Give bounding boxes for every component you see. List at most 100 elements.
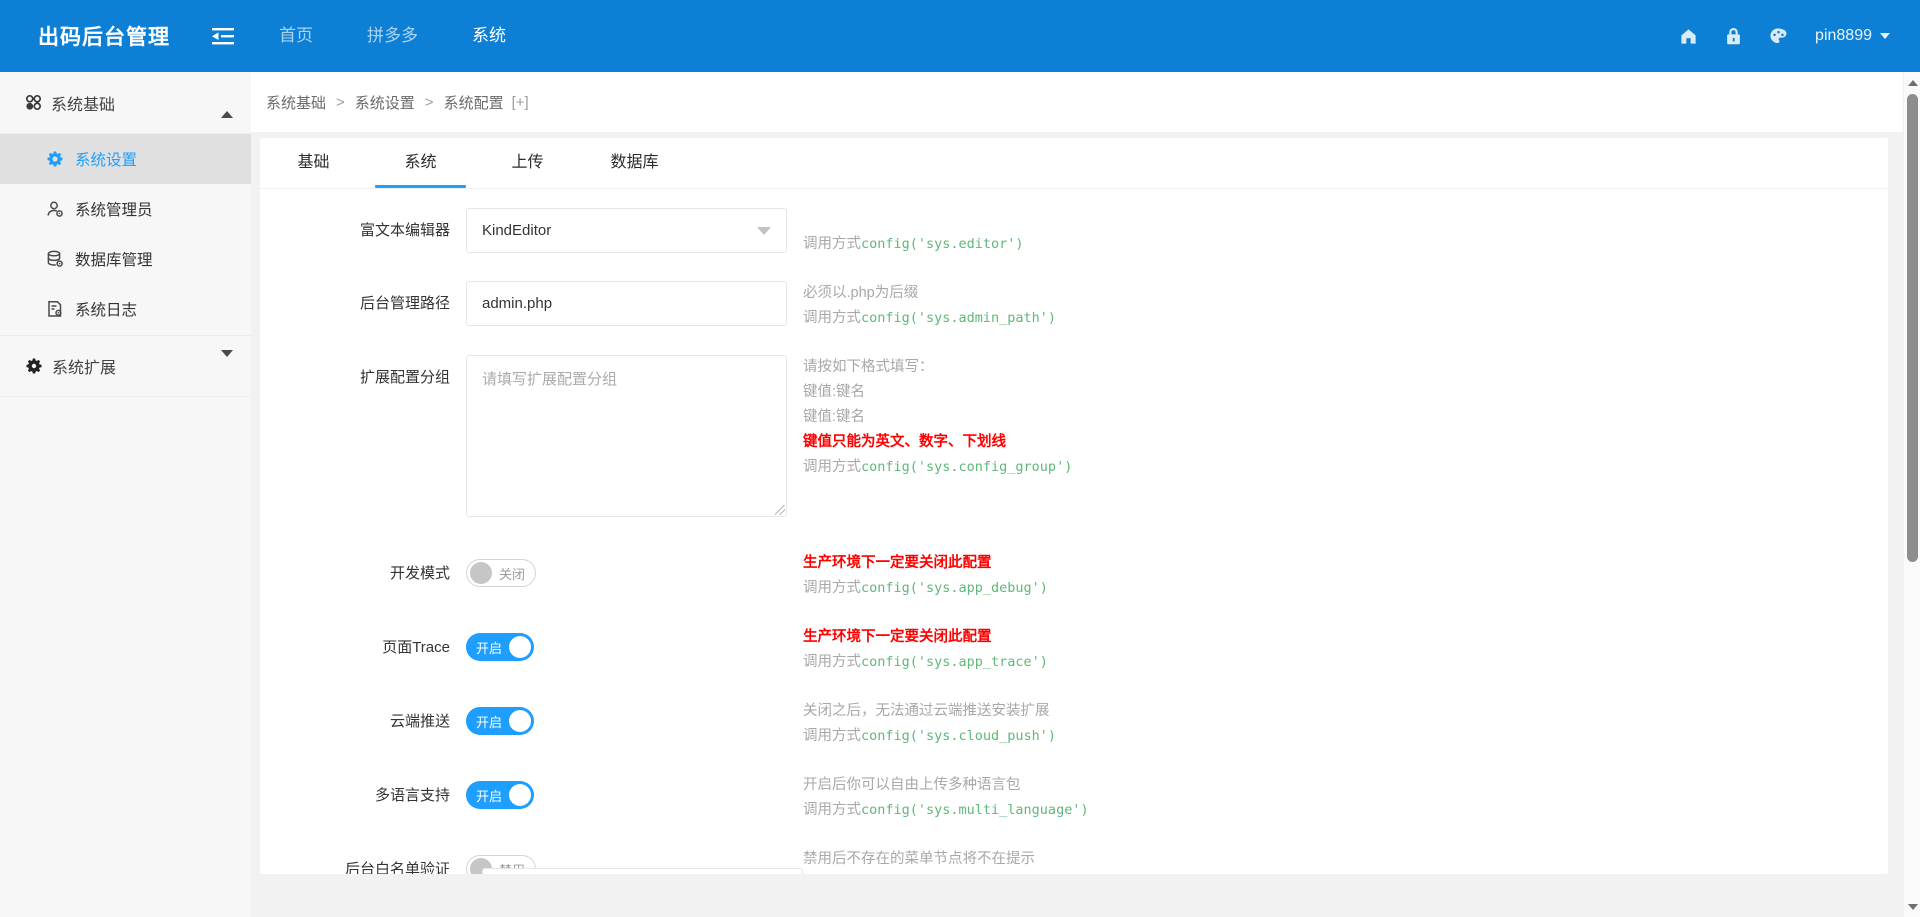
home-icon[interactable] [1679,27,1698,46]
editor-select[interactable]: KindEditor [466,208,787,253]
sidebar-item-label: 系统日志 [75,302,138,319]
form-row: 扩展配置分组请按如下格式填写：键值:键名键值:键名键值只能为英文、数字、下划线调… [260,355,1888,517]
sidebar-group-label: 系统基础 [51,96,116,114]
sidebar-group-1[interactable]: 系统扩展 [0,335,251,397]
breadcrumb-part-0[interactable]: 系统基础 [266,92,326,113]
hint-warning: 生产环境下一定要关闭此配置 [803,555,992,571]
breadcrumb-part-1[interactable]: 系统设置 [355,92,415,113]
sidebar-item-0-3[interactable]: 系统日志 [0,284,251,334]
tab-0[interactable]: 基础 [260,138,367,188]
hint-text: 键值:键名 [803,384,866,400]
toggle-switch[interactable]: 开启 [466,633,535,661]
scrollbar-thumb[interactable] [1907,94,1918,562]
tab-1[interactable]: 系统 [367,138,474,188]
theme-icon[interactable] [1769,27,1788,46]
hint-code: config('sys.app_trace') [861,654,1048,670]
nav-item-0[interactable]: 首页 [252,0,340,72]
database-icon [46,250,64,268]
select-value: KindEditor [482,222,552,239]
field-hints: 生产环境下一定要关闭此配置 调用方式config('sys.app_trace') [803,625,1048,675]
hint-code: config('sys.config_group') [861,459,1073,475]
tab-3[interactable]: 数据库 [581,138,688,188]
toggle-label: 开启 [476,788,503,804]
field-hints: 请按如下格式填写： 键值:键名 键值:键名 键值只能为英文、数字、下划线 调用方式con… [803,355,1072,480]
log-file-icon [46,300,64,318]
hint-code: config('sys.editor') [861,236,1024,252]
user-menu[interactable]: pin8899 [1815,27,1890,45]
toggle-knob [470,562,492,584]
toggle-knob [509,636,532,658]
hint-prefix: 调用方式 [803,654,861,670]
scroll-down-arrow-icon[interactable] [1904,898,1920,915]
hint-text: 关闭之后，无法通过云端推送安装扩展 [803,703,1050,719]
nav-item-1[interactable]: 拼多多 [340,0,445,72]
hint-code: config('sys.app_debug') [861,580,1048,596]
form-row: 富文本编辑器 KindEditor 调用方式config('sys.editor') [260,208,1888,257]
hint-code: config('sys.cloud_push') [861,728,1057,744]
hint-code-line: 调用方式config('sys.multi_language') [803,798,1089,823]
field-label: 多语言支持 [374,787,450,804]
hint-code: config('sys.admin_path') [861,310,1057,326]
field-hints: 调用方式config('sys.editor') [803,208,1024,257]
hint-text: 键值:键名 [803,409,866,425]
hint-code-line: 调用方式config('sys.admin_path') [803,306,1056,331]
hint-code-line: 调用方式config('sys.config_group') [803,455,1072,480]
sidebar-item-0-0[interactable]: 系统设置 [0,134,251,184]
hint-prefix: 调用方式 [803,580,861,596]
hint-code-line: 调用方式config('sys.admin_whitelist_verify') [803,872,1154,874]
toggle-knob [509,784,532,806]
form-row: 多语言支持 开启 开启后你可以自由上传多种语言包调用方式config('sys.mu… [260,773,1888,823]
admin-user-icon [46,200,64,218]
config-group-textarea[interactable] [466,355,787,517]
field-label: 后台白名单验证 [344,861,450,874]
toggle-label: 开启 [476,640,503,656]
top-navbar: 出码后台管理 首页 拼多多 系统 pin8899 [0,0,1920,72]
hint-text: 禁用后不存在的菜单节点将不在提示 [803,851,1035,867]
toggle-switch[interactable]: 关闭 [466,559,537,587]
toggle-knob [509,710,532,732]
field-hints: 禁用后不存在的菜单节点将不在提示调用方式config('sys.admin_wh… [803,847,1154,874]
settings-form: 富文本编辑器 KindEditor 调用方式config('sys.editor')… [260,189,1888,874]
hint-code-line: 调用方式config('sys.cloud_push') [803,724,1056,749]
sidebar-group-0[interactable]: 系统基础 [0,72,251,134]
tab-2[interactable]: 上传 [474,138,581,188]
field-hints: 必须以.php为后缀调用方式config('sys.admin_path') [803,281,1056,331]
next-control-partial [482,868,803,874]
breadcrumb-suffix: [+] [511,93,529,111]
resize-handle-icon[interactable] [775,505,785,515]
breadcrumb-separator: > [336,93,345,111]
brand-title[interactable]: 出码后台管理 [0,21,170,51]
field-hints: 开启后你可以自由上传多种语言包调用方式config('sys.multi_lan… [803,773,1089,823]
scroll-up-arrow-icon[interactable] [1904,74,1920,91]
toggle-switch[interactable]: 开启 [466,781,535,809]
hint-text: 必须以.php为后缀 [803,285,919,301]
hint-prefix: 调用方式 [803,802,861,818]
field-control: 开启 [466,625,787,661]
field-control: 开启 [466,699,787,735]
breadcrumb-part-2[interactable]: 系统配置 [444,92,504,113]
field-hints: 关闭之后，无法通过云端推送安装扩展调用方式config('sys.cloud_p… [803,699,1056,749]
field-label: 云端推送 [389,713,450,730]
field-label: 后台管理路径 [359,295,450,312]
lock-icon[interactable] [1725,27,1742,46]
toggle-switch[interactable]: 开启 [466,707,535,735]
sidebar: 系统基础系统设置系统管理员数据库管理系统日志系统扩展 [0,72,251,917]
sidebar-item-label: 系统管理员 [75,202,153,219]
hint-prefix: 调用方式 [803,236,861,252]
sidebar-item-0-2[interactable]: 数据库管理 [0,234,251,284]
hint-text: 开启后你可以自由上传多种语言包 [803,777,1021,793]
text-input[interactable] [466,281,787,326]
hint-code-line: 调用方式config('sys.editor') [803,232,1024,257]
sidebar-item-0-1[interactable]: 系统管理员 [0,184,251,234]
username: pin8899 [1815,27,1872,44]
nav-item-2[interactable]: 系统 [445,0,533,72]
gear-solid-icon [25,357,43,375]
form-row: 页面Trace 开启 生产环境下一定要关闭此配置 调用方式config('sys.ap… [260,625,1888,675]
form-row: 后台管理路径 必须以.php为后缀调用方式config('sys.admin_pa… [260,281,1888,331]
hint-prefix: 调用方式 [803,459,861,475]
vertical-scrollbar[interactable] [1903,72,1920,917]
toggle-label: 关闭 [499,566,526,582]
field-control: 开启 [466,773,787,809]
sidebar-collapse-icon[interactable] [212,27,234,45]
sidebar-item-label: 系统设置 [75,152,138,169]
